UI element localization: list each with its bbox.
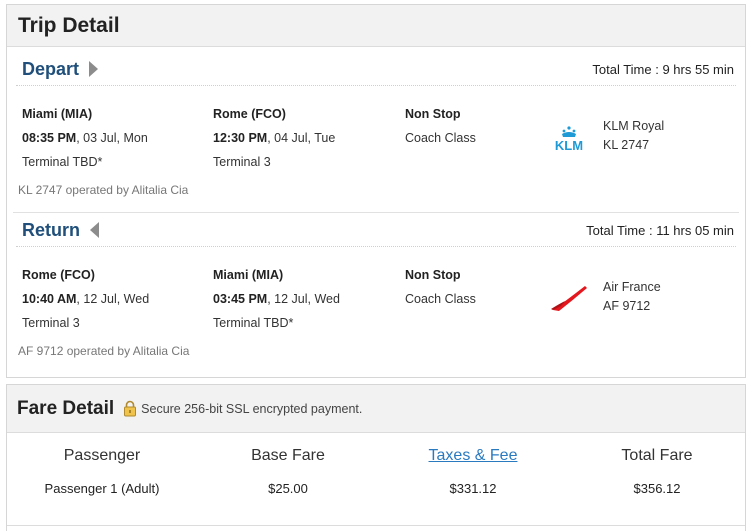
- depart-cabin: Coach Class: [405, 131, 476, 145]
- base-fare-header: Base Fare: [251, 447, 325, 464]
- passenger-cell: Passenger 1 (Adult): [44, 481, 160, 496]
- return-operated-by: AF 9712 operated by Alitalia Cia: [18, 344, 190, 358]
- secure-payment-text: Secure 256-bit SSL encrypted payment.: [141, 401, 363, 416]
- fare-detail-title: Fare Detail: [17, 397, 115, 419]
- return-title: Return: [22, 219, 80, 240]
- trip-detail-title: Trip Detail: [18, 13, 120, 37]
- air-france-logo: [551, 286, 587, 311]
- return-destination: Miami (MIA) 03:45 PM, 12 Jul, Wed Termin…: [213, 263, 340, 335]
- return-origin: Rome (FCO) 10:40 AM, 12 Jul, Wed Termina…: [22, 263, 149, 335]
- taxes-fee-cell: $331.12: [449, 481, 497, 496]
- play-left-icon[interactable]: [90, 222, 99, 238]
- depart-destination-datetime: 12:30 PM, 04 Jul, Tue: [213, 131, 336, 145]
- trip-detail-header: Trip Detail: [7, 5, 745, 47]
- depart-destination-terminal: Terminal 3: [213, 155, 271, 169]
- taxes-fee-link[interactable]: Taxes & Fee: [429, 447, 518, 464]
- lock-icon: [124, 400, 137, 417]
- return-destination-airport: Miami (MIA): [213, 268, 284, 282]
- return-destination-datetime: 03:45 PM, 12 Jul, Wed: [213, 292, 340, 306]
- depart-airline-name: KLM Royal: [603, 119, 665, 133]
- return-airline: Air France AF 9712: [603, 278, 661, 316]
- return-destination-terminal: Terminal TBD*: [213, 316, 294, 330]
- total-fare-header: Total Fare: [621, 447, 693, 464]
- fare-table: Passenger Base Fare Taxes & Fee Total Fa…: [7, 447, 745, 515]
- fare-table-header: Passenger Base Fare Taxes & Fee Total Fa…: [7, 447, 745, 481]
- svg-text:KLM: KLM: [555, 138, 583, 151]
- return-origin-terminal: Terminal 3: [22, 316, 80, 330]
- fare-detail-panel: Fare Detail Secure 256-bit SSL encrypted…: [6, 384, 746, 531]
- depart-flight-number: KL 2747: [603, 138, 650, 152]
- trip-detail-panel: Trip Detail Depart Total Time : 9 hrs 55…: [6, 4, 746, 378]
- depart-airline: KLM Royal KL 2747: [603, 117, 664, 155]
- depart-stops: Non Stop: [405, 107, 461, 121]
- depart-operated-by: KL 2747 operated by Alitalia Cia: [18, 183, 189, 197]
- return-stops: Non Stop: [405, 268, 461, 282]
- passenger-header: Passenger: [63, 447, 141, 464]
- return-cabin: Coach Class: [405, 292, 476, 306]
- play-right-icon[interactable]: [89, 61, 99, 77]
- depart-destination-airport: Rome (FCO): [213, 107, 286, 121]
- depart-header: Depart Total Time : 9 hrs 55 min: [16, 53, 736, 86]
- klm-logo: KLM: [555, 126, 583, 151]
- base-fare-cell: $25.00: [268, 481, 308, 496]
- segment-divider: [13, 212, 739, 213]
- fare-table-divider: [7, 525, 745, 526]
- table-row: Passenger 1 (Adult) $25.00 $331.12 $356.…: [7, 481, 745, 515]
- depart-origin-datetime: 08:35 PM, 03 Jul, Mon: [22, 131, 148, 145]
- return-total-time: Total Time : 11 hrs 05 min: [586, 222, 734, 238]
- return-header: Return Total Time : 11 hrs 05 min: [16, 214, 736, 247]
- depart-origin-terminal: Terminal TBD*: [22, 155, 103, 169]
- return-flight-number: AF 9712: [603, 299, 651, 313]
- depart-destination: Rome (FCO) 12:30 PM, 04 Jul, Tue Termina…: [213, 102, 335, 174]
- return-airline-name: Air France: [603, 280, 661, 294]
- return-origin-datetime: 10:40 AM, 12 Jul, Wed: [22, 292, 150, 306]
- total-fare-cell: $356.12: [633, 481, 681, 496]
- depart-flight-info: Non Stop Coach Class: [405, 102, 476, 150]
- return-flight-info: Non Stop Coach Class: [405, 263, 476, 311]
- depart-origin: Miami (MIA) 08:35 PM, 03 Jul, Mon Termin…: [22, 102, 148, 174]
- taxes-fee-header-cell: Taxes & Fee: [378, 447, 568, 465]
- fare-detail-header: Fare Detail Secure 256-bit SSL encrypted…: [7, 385, 745, 433]
- return-origin-airport: Rome (FCO): [22, 268, 95, 282]
- depart-title: Depart: [22, 58, 80, 79]
- depart-total-time: Total Time : 9 hrs 55 min: [592, 61, 734, 77]
- depart-origin-airport: Miami (MIA): [22, 107, 93, 121]
